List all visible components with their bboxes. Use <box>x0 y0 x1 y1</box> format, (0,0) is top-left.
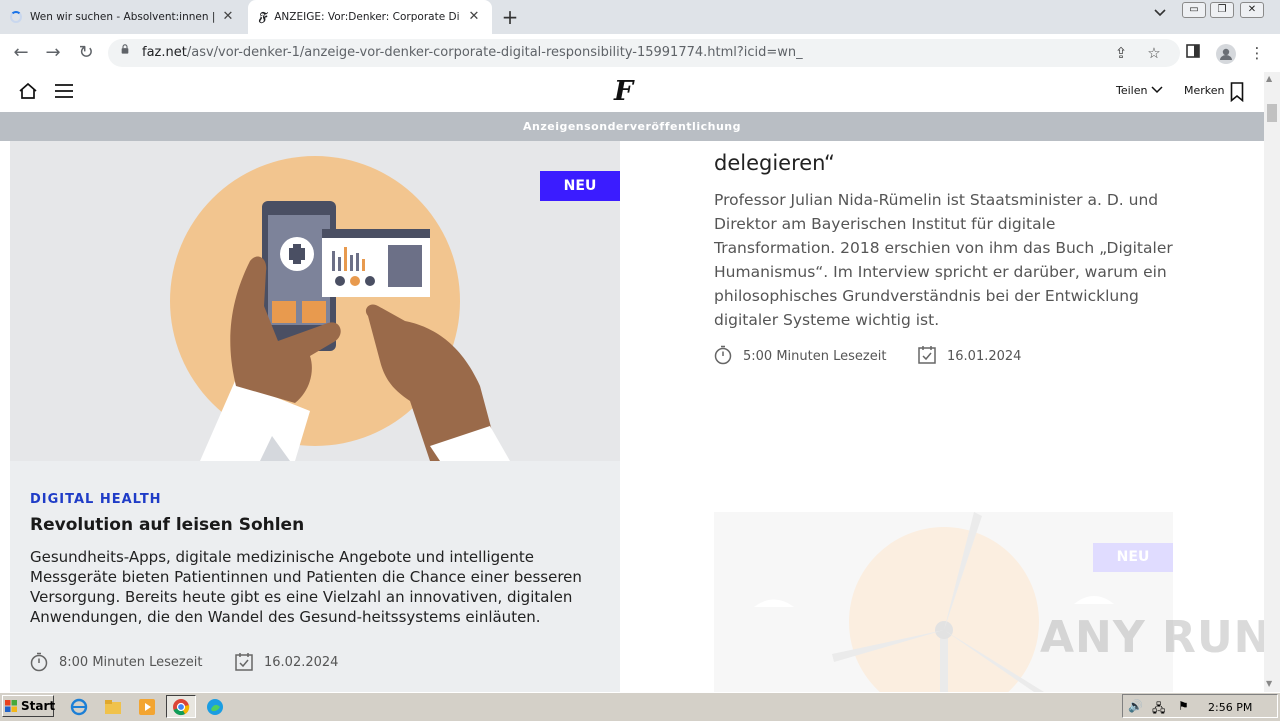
new-tab-icon[interactable]: + <box>498 5 522 29</box>
browser-menu-icon[interactable]: ⋮ <box>1248 44 1266 62</box>
scrollbar-thumb[interactable] <box>1267 104 1277 122</box>
url-text[interactable]: faz.net/asv/vor-denker-1/anzeige-vor-den… <box>142 45 803 60</box>
network-icon[interactable]: 🖧 <box>1152 699 1165 720</box>
internet-explorer-icon[interactable] <box>70 698 88 716</box>
page-scrollbar[interactable] <box>1264 72 1280 692</box>
article-title[interactable]: delegieren“ <box>714 151 835 175</box>
minimize-window-icon[interactable]: ▭ <box>1182 2 1206 18</box>
article-teaser: Gesundheits-Apps, digitale medizinische … <box>30 548 582 626</box>
home-icon[interactable] <box>18 82 38 100</box>
volume-icon[interactable]: 🔊 <box>1128 699 1143 713</box>
scroll-down-arrow-icon[interactable]: ▼ <box>1266 679 1272 688</box>
share-button[interactable]: Teilen <box>1116 84 1163 97</box>
calendar-check-icon <box>918 346 936 364</box>
tab-title: Wen wir suchen - Absolvent:innen | <box>30 11 216 23</box>
stopwatch-icon <box>30 652 48 672</box>
share-label: Teilen <box>1116 84 1148 97</box>
article-date: 16.02.2024 <box>264 655 339 670</box>
article-teaser: Professor Julian Nida-Rümelin ist Staats… <box>714 191 1173 329</box>
lock-icon[interactable] <box>120 44 130 54</box>
loading-spinner-icon <box>10 11 22 23</box>
new-badge: NEU <box>1093 543 1173 572</box>
edge-icon[interactable] <box>206 698 224 716</box>
profile-avatar-icon[interactable] <box>1216 44 1236 64</box>
system-tray <box>1122 694 1278 718</box>
windows-logo-icon <box>5 700 17 712</box>
reading-time: 5:00 Minuten Lesezeit <box>743 349 887 364</box>
article-date: 16.01.2024 <box>947 349 1022 364</box>
wind-turbine-illustration <box>754 512 1114 692</box>
tab-absolventen[interactable]: Wen wir suchen - Absolvent:innen | ✕ <box>0 0 246 34</box>
forward-arrow-icon[interactable]: → <box>42 42 64 64</box>
scroll-up-arrow-icon[interactable]: ▲ <box>1266 74 1272 83</box>
tab-title: ANZEIGE: Vor:Denker: Corporate Di <box>274 11 460 23</box>
reload-icon[interactable]: ↻ <box>75 42 97 64</box>
restore-window-icon[interactable]: ❐ <box>1210 2 1234 18</box>
back-arrow-icon[interactable]: ← <box>10 42 32 64</box>
close-tab-icon[interactable]: ✕ <box>220 9 236 25</box>
ad-banner: Anzeigensonderveröffentlichung <box>0 112 1264 141</box>
article-category[interactable]: DIGITAL HEALTH <box>30 492 162 507</box>
side-panel-icon[interactable] <box>1184 44 1202 62</box>
taskbar-clock[interactable]: 2:56 PM <box>1208 701 1252 714</box>
article-card-wind-energy[interactable] <box>714 512 1173 692</box>
close-window-icon[interactable]: ✕ <box>1240 2 1264 18</box>
close-tab-icon[interactable]: ✕ <box>466 9 482 25</box>
media-player-icon[interactable] <box>138 698 156 716</box>
bookmark-icon[interactable] <box>1230 82 1244 102</box>
anyrun-watermark: ANY RUN <box>1040 612 1272 663</box>
article-title[interactable]: Revolution auf leisen Sohlen <box>30 515 304 535</box>
stopwatch-icon <box>714 345 732 365</box>
bookmark-label: Merken <box>1184 84 1225 97</box>
chevron-down-icon <box>1151 86 1163 94</box>
share-page-icon[interactable]: ⇪ <box>1112 44 1130 62</box>
bookmark-button[interactable]: Merken <box>1184 84 1225 97</box>
star-bookmark-icon[interactable]: ☆ <box>1145 44 1163 62</box>
new-badge: NEU <box>540 171 620 201</box>
chrome-icon[interactable] <box>172 698 190 716</box>
file-explorer-icon[interactable] <box>104 698 122 716</box>
action-center-flag-icon[interactable]: ⚑ <box>1178 699 1189 713</box>
tab-search-chevron-icon[interactable] <box>1150 7 1170 27</box>
hamburger-menu-icon[interactable] <box>55 84 73 98</box>
reading-time: 8:00 Minuten Lesezeit <box>59 655 203 670</box>
tab-vordenker[interactable]: 𝔉 ANZEIGE: Vor:Denker: Corporate Di ✕ <box>248 0 492 34</box>
faz-favicon-icon: 𝔉 <box>258 9 267 25</box>
faz-logo[interactable]: F <box>614 76 633 107</box>
health-app-illustration <box>10 141 620 461</box>
calendar-check-icon <box>235 653 253 671</box>
